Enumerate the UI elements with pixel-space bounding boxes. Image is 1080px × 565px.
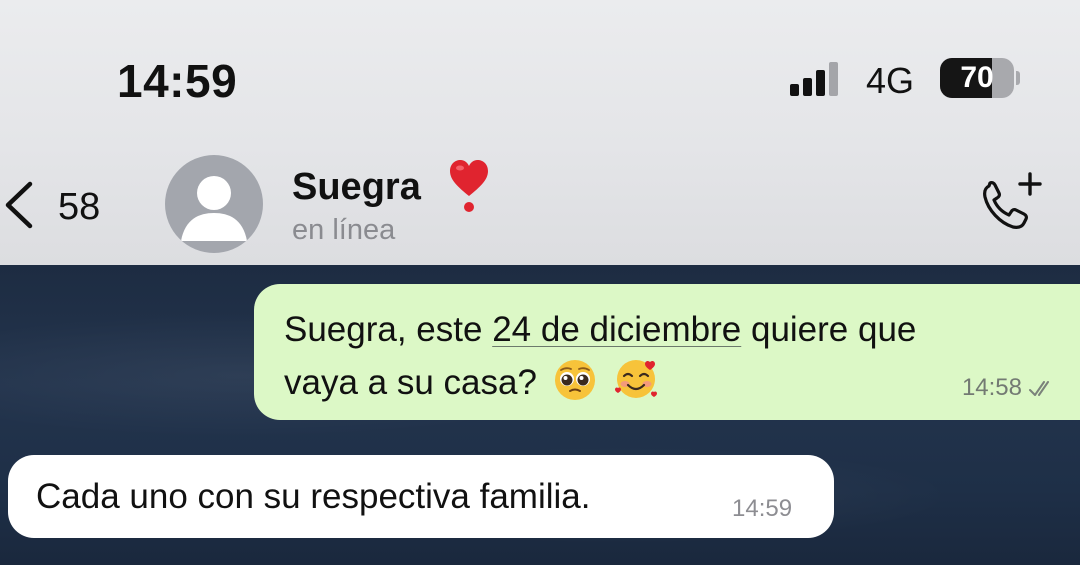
contact-name[interactable]: Suegra bbox=[292, 166, 421, 209]
contact-status: en línea bbox=[292, 214, 396, 246]
message-text: Cada uno con su respectiva familia. bbox=[36, 477, 591, 516]
red-heart-emoji bbox=[448, 158, 490, 214]
incoming-message[interactable]: Cada uno con su respectiva familia. 14:5… bbox=[8, 455, 834, 538]
pleading-face-emoji bbox=[553, 358, 597, 415]
phone-plus-icon bbox=[983, 172, 1042, 229]
chevron-left-icon bbox=[5, 181, 33, 229]
call-button[interactable] bbox=[975, 170, 1045, 236]
status-time: 14:59 bbox=[117, 55, 238, 107]
top-bar: 14:59 4G 70 58 Suegra en línea bbox=[0, 0, 1080, 265]
unread-count: 58 bbox=[58, 186, 101, 228]
double-check-icon bbox=[1029, 381, 1049, 396]
message-text-line-2: vaya a su casa? bbox=[284, 354, 660, 415]
outgoing-message[interactable]: Suegra, este 24 de diciembre quiere que … bbox=[254, 284, 1080, 420]
person-placeholder-icon bbox=[181, 176, 247, 241]
message-time: 14:58 bbox=[961, 374, 1022, 401]
message-time: 14:59 bbox=[732, 495, 793, 522]
outgoing-message-meta: 14:58 bbox=[962, 374, 1056, 402]
network-type: 4G bbox=[866, 60, 915, 101]
avatar[interactable] bbox=[165, 155, 263, 253]
battery-icon: 70 bbox=[940, 58, 1020, 98]
back-button[interactable]: 58 bbox=[0, 172, 120, 236]
smiling-face-with-hearts-emoji bbox=[612, 354, 660, 415]
message-text-line-1: Suegra, este 24 de diciembre quiere que bbox=[284, 310, 917, 349]
cellular-signal-icon bbox=[790, 60, 848, 96]
date-link[interactable]: 24 de diciembre bbox=[492, 310, 741, 349]
battery-percent: 70 bbox=[960, 61, 994, 94]
